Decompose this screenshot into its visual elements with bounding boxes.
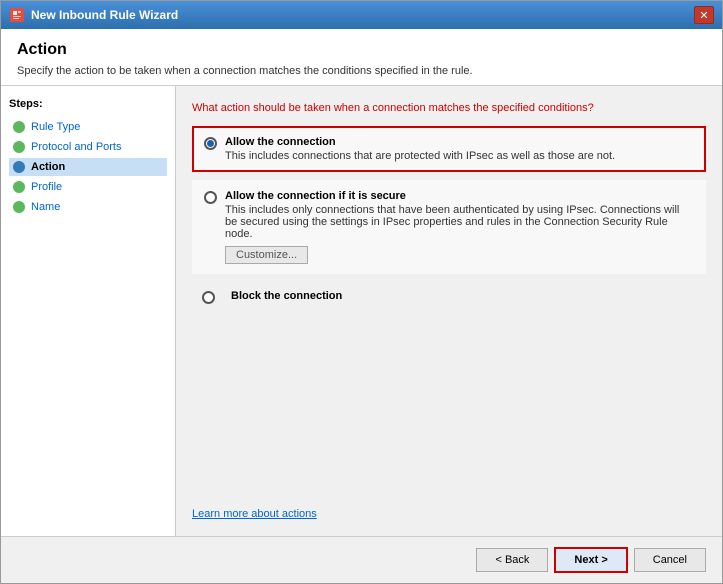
page-title: Action xyxy=(17,41,706,59)
sidebar-item-action[interactable]: Action xyxy=(9,158,167,176)
question-text: What action should be taken when a conne… xyxy=(192,102,706,114)
option-allow-secure[interactable]: Allow the connection if it is secure Thi… xyxy=(192,180,706,274)
sidebar-item-protocol-ports[interactable]: Protocol and Ports xyxy=(9,138,167,156)
step-indicator-protocol xyxy=(13,141,25,153)
option-secure-content: Allow the connection if it is secure Thi… xyxy=(225,190,694,264)
step-indicator-name xyxy=(13,201,25,213)
option-allow-label: Allow the connection xyxy=(225,136,694,148)
sidebar-item-profile[interactable]: Profile xyxy=(9,178,167,196)
sidebar: Steps: Rule Type Protocol and Ports Acti… xyxy=(1,86,176,536)
sidebar-label-profile: Profile xyxy=(31,181,62,193)
learn-more-section: Learn more about actions xyxy=(192,486,706,520)
window-title: New Inbound Rule Wizard xyxy=(31,8,694,22)
sidebar-label-protocol: Protocol and Ports xyxy=(31,141,122,153)
footer: < Back Next > Cancel xyxy=(1,536,722,583)
sidebar-label-action: Action xyxy=(31,161,65,173)
content-area: Action Specify the action to be taken wh… xyxy=(1,29,722,536)
radio-allow[interactable] xyxy=(204,137,217,150)
option-allow-content: Allow the connection This includes conne… xyxy=(225,136,694,162)
right-panel: What action should be taken when a conne… xyxy=(176,86,722,536)
steps-label: Steps: xyxy=(9,98,167,110)
customize-button[interactable]: Customize... xyxy=(225,246,308,264)
sidebar-label-rule-type: Rule Type xyxy=(31,121,80,133)
radio-allow-secure[interactable] xyxy=(204,191,217,204)
title-bar: New Inbound Rule Wizard ✕ xyxy=(1,1,722,29)
header-section: Action Specify the action to be taken wh… xyxy=(1,29,722,86)
sidebar-item-name[interactable]: Name xyxy=(9,198,167,216)
cancel-button[interactable]: Cancel xyxy=(634,548,706,572)
close-button[interactable]: ✕ xyxy=(694,6,714,24)
learn-more-link[interactable]: Learn more about actions xyxy=(192,508,317,520)
sidebar-label-name: Name xyxy=(31,201,60,213)
option-secure-desc: This includes only connections that have… xyxy=(225,204,694,240)
option-block[interactable]: Block the connection xyxy=(192,282,706,312)
step-indicator-action xyxy=(13,161,25,173)
back-button[interactable]: < Back xyxy=(476,548,548,572)
sidebar-item-rule-type[interactable]: Rule Type xyxy=(9,118,167,136)
step-indicator-profile xyxy=(13,181,25,193)
page-description: Specify the action to be taken when a co… xyxy=(17,65,706,77)
main-content: Steps: Rule Type Protocol and Ports Acti… xyxy=(1,86,722,536)
next-button[interactable]: Next > xyxy=(554,547,627,573)
option-allow-connection[interactable]: Allow the connection This includes conne… xyxy=(192,126,706,172)
step-indicator-rule-type xyxy=(13,121,25,133)
option-block-label: Block the connection xyxy=(231,290,342,302)
option-secure-label: Allow the connection if it is secure xyxy=(225,190,694,202)
option-allow-desc: This includes connections that are prote… xyxy=(225,150,694,162)
radio-block[interactable] xyxy=(202,291,215,304)
wizard-window: New Inbound Rule Wizard ✕ Action Specify… xyxy=(0,0,723,584)
window-icon xyxy=(9,7,25,23)
